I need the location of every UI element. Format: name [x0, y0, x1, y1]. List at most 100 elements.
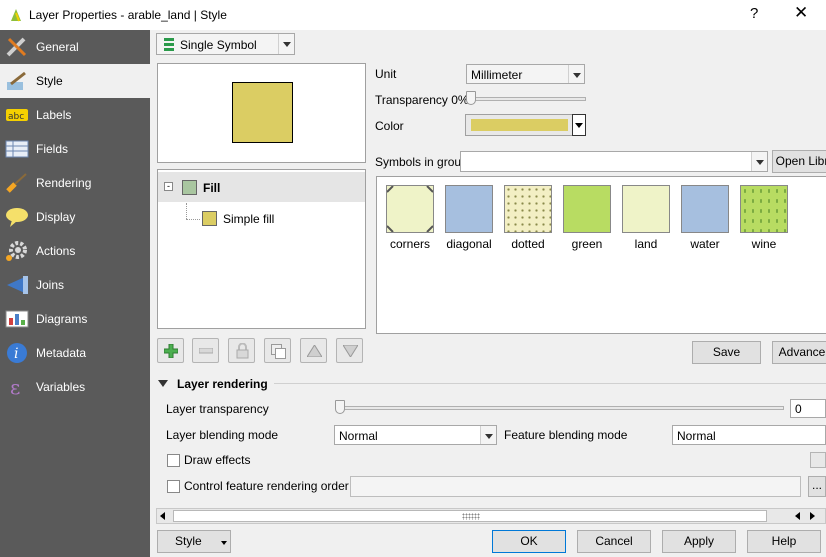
save-symbol-button[interactable]: Save	[692, 341, 761, 364]
ok-button[interactable]: OK	[492, 530, 566, 553]
sidebar: General Style abc Labels Fields Renderin…	[0, 30, 150, 557]
layer-transparency-spinbox[interactable]: 0	[790, 399, 826, 418]
sidebar-item-style[interactable]: Style	[0, 64, 150, 98]
renderer-select[interactable]: Single Symbol	[156, 33, 295, 55]
feature-blending-value: Normal	[677, 429, 716, 443]
layer-transparency-slider-track[interactable]	[339, 406, 784, 410]
grip-icon	[462, 513, 480, 520]
transparency-slider-track[interactable]	[467, 97, 586, 101]
sidebar-item-actions[interactable]: Actions	[0, 234, 150, 268]
fill-swatch	[182, 180, 197, 195]
triangle-up-icon	[307, 345, 322, 357]
svg-text:abc: abc	[8, 112, 24, 122]
scroll-left-icon[interactable]	[795, 512, 800, 520]
sidebar-item-general[interactable]: General	[0, 30, 150, 64]
duplicate-layer-button[interactable]	[264, 338, 291, 363]
sidebar-item-label: Variables	[36, 380, 86, 394]
symbol-land[interactable]	[622, 185, 670, 233]
abc-label-icon: abc	[6, 109, 28, 122]
rendering-order-field	[350, 476, 801, 497]
symbol-library-grid[interactable]: corners diagonal dotted green land water…	[376, 176, 826, 334]
layer-blending-value: Normal	[339, 429, 378, 443]
draw-effects-checkbox[interactable]	[167, 454, 180, 467]
sidebar-item-label: Style	[36, 74, 63, 88]
remove-symbol-layer-button[interactable]	[192, 338, 219, 363]
plus-icon	[164, 344, 178, 358]
svg-text:i: i	[14, 346, 18, 362]
sidebar-item-labels[interactable]: abc Labels	[0, 98, 150, 132]
layer-transparency-label: Layer transparency	[166, 402, 269, 416]
control-rendering-order-label: Control feature rendering order	[184, 479, 349, 493]
sidebar-item-label: Labels	[36, 108, 72, 122]
tree-item-fill-label: Fill	[203, 181, 221, 195]
layer-transparency-value: 0	[795, 402, 802, 416]
cancel-button[interactable]: Cancel	[577, 530, 651, 553]
collapse-icon[interactable]: -	[164, 182, 173, 191]
sidebar-item-label: Joins	[36, 278, 65, 292]
sidebar-item-diagrams[interactable]: Diagrams	[0, 302, 150, 336]
symbol-label: corners	[389, 237, 430, 251]
advanced-button[interactable]: Advance	[772, 341, 826, 364]
sidebar-item-variables[interactable]: ε Variables	[0, 370, 150, 404]
unit-select-value: Millimeter	[471, 68, 523, 82]
symbol-green[interactable]	[563, 185, 611, 233]
symbol-label: wine	[751, 237, 777, 251]
symbol-dotted[interactable]	[504, 185, 552, 233]
layer-transparency-slider-handle[interactable]	[335, 400, 345, 414]
help-button[interactable]: Help	[747, 530, 821, 553]
scroll-left-icon[interactable]	[160, 512, 165, 520]
layer-blending-label: Layer blending mode	[166, 428, 279, 442]
sidebar-item-label: General	[36, 40, 79, 54]
chevron-down-icon	[221, 541, 227, 545]
rendering-order-button[interactable]: ...	[808, 476, 826, 497]
help-icon[interactable]: ?	[750, 5, 758, 22]
control-rendering-order-checkbox[interactable]	[167, 480, 180, 493]
add-symbol-layer-button[interactable]	[157, 338, 184, 363]
sidebar-item-rendering[interactable]: Rendering	[0, 166, 150, 200]
window-title: Layer Properties - arable_land | Style	[29, 8, 227, 22]
unit-select[interactable]: Millimeter	[466, 64, 585, 84]
scrollbar-thumb[interactable]	[173, 510, 767, 522]
horizontal-scrollbar[interactable]	[156, 508, 826, 524]
symbol-preview-swatch	[232, 82, 293, 143]
sidebar-item-display[interactable]: Display	[0, 200, 150, 234]
section-divider	[274, 383, 826, 384]
open-library-button[interactable]: Open Libr	[772, 150, 826, 173]
sidebar-item-fields[interactable]: Fields	[0, 132, 150, 166]
symbol-corners[interactable]	[386, 185, 434, 233]
triangle-down-icon[interactable]	[158, 380, 168, 387]
single-symbol-icon	[164, 38, 174, 51]
style-menu-button[interactable]: Style	[157, 530, 231, 553]
symbol-group-select[interactable]	[460, 151, 768, 172]
move-up-button[interactable]	[300, 338, 327, 363]
symbol-wine[interactable]	[740, 185, 788, 233]
scroll-right-icon[interactable]	[810, 512, 815, 520]
symbol-water[interactable]	[681, 185, 729, 233]
effects-settings-button[interactable]	[810, 452, 826, 468]
epsilon-icon: ε	[10, 376, 20, 398]
info-icon: i	[7, 343, 27, 363]
unit-label: Unit	[375, 67, 397, 81]
color-menu-button[interactable]	[572, 114, 586, 136]
chevron-down-icon	[480, 426, 496, 444]
layer-blending-select[interactable]: Normal	[334, 425, 497, 445]
symbol-layer-tree[interactable]: - Fill Simple fill	[157, 169, 366, 329]
symbol-diagonal[interactable]	[445, 185, 493, 233]
tree-connector	[186, 203, 187, 219]
feature-blending-select[interactable]: Normal	[672, 425, 826, 445]
sidebar-item-metadata[interactable]: i Metadata	[0, 336, 150, 370]
symbol-label: diagonal	[446, 237, 492, 251]
corners-pattern	[387, 186, 433, 232]
color-button[interactable]	[465, 114, 573, 136]
lock-layer-button[interactable]	[228, 338, 255, 363]
close-icon[interactable]: ✕	[794, 3, 808, 23]
layer-rendering-header[interactable]: Layer rendering	[177, 377, 268, 391]
move-down-button[interactable]	[336, 338, 363, 363]
tree-item-simple-fill[interactable]: Simple fill	[198, 208, 348, 232]
sidebar-item-label: Metadata	[36, 346, 87, 360]
apply-button[interactable]: Apply	[662, 530, 736, 553]
tree-item-fill[interactable]: - Fill	[158, 172, 365, 202]
duplicate-icon	[271, 344, 286, 359]
transparency-slider-handle[interactable]	[466, 91, 476, 105]
sidebar-item-joins[interactable]: Joins	[0, 268, 150, 302]
